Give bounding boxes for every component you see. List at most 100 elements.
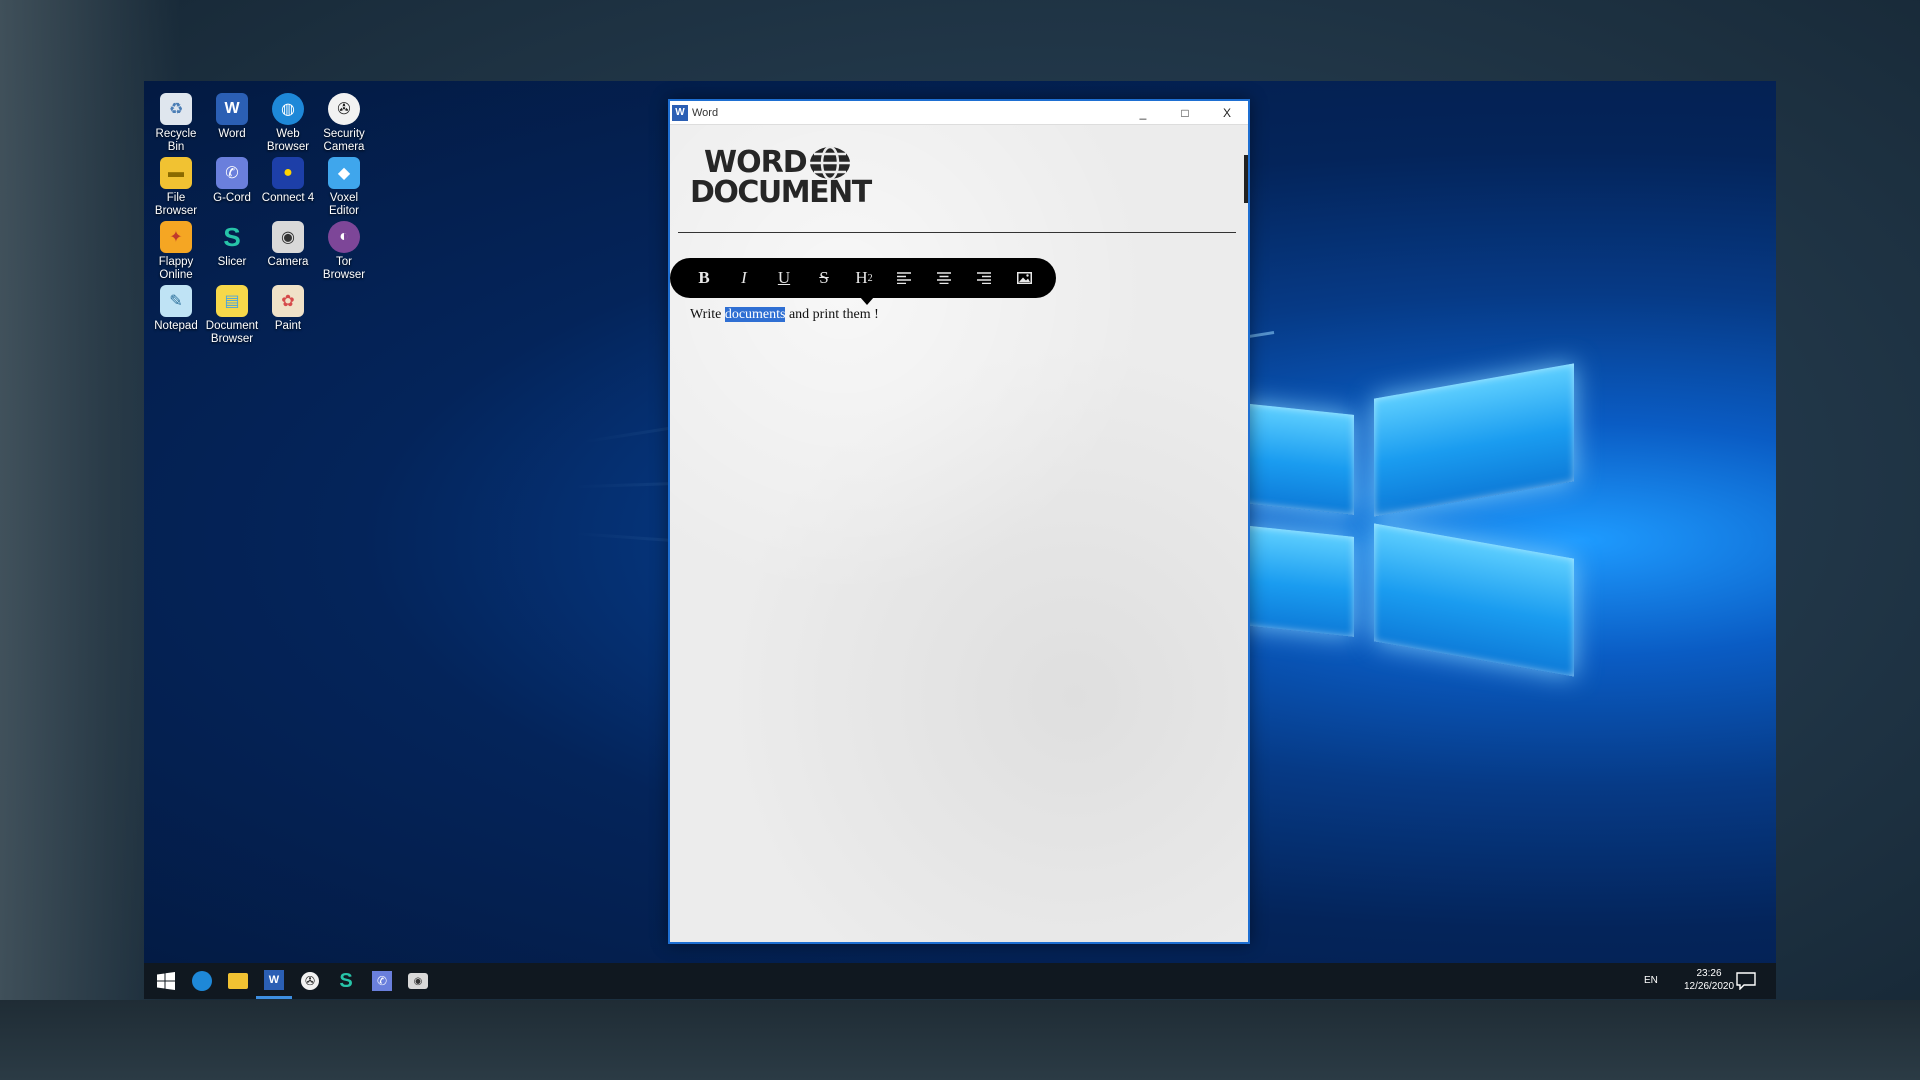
film-reel-icon: ✇ [301,972,319,990]
globe-icon [192,971,212,991]
icon-label: Tor Browser [322,256,366,281]
globe-logo-icon [810,145,850,181]
desktop-icon-voxel-editor[interactable]: ◆ Voxel Editor [316,157,372,218]
minimize-button[interactable]: _ [1122,101,1164,125]
start-button[interactable] [148,963,184,999]
desktop-icon-security-camera[interactable]: ✇ Security Camera [316,93,372,154]
desktop-icon-document-browser[interactable]: ▤ Document Browser [204,285,260,346]
desktop-icon-file-browser[interactable]: ▬ File Browser [148,157,204,218]
clock-time[interactable]: 23:26 [1684,968,1734,979]
icon-label: Paint [274,320,302,332]
slicer-icon: S [339,969,353,992]
align-left-button[interactable] [884,258,924,298]
icon-label: Flappy Online [158,256,194,281]
desktop-icon-word[interactable]: W Word [204,93,260,141]
desktop-icon-g-cord[interactable]: ✆ G-Cord [204,157,260,205]
image-icon [1016,272,1032,284]
icon-label: G-Cord [213,192,251,204]
heading-button[interactable]: H2 [844,258,884,298]
bold-button[interactable]: B [684,258,724,298]
phone-icon: ✆ [216,157,248,189]
icon-label: Word [218,128,246,140]
desktop-icon-camera[interactable]: ◉ Camera [260,221,316,269]
onion-icon: ◐ [328,221,360,253]
taskbar-web-browser[interactable] [184,963,220,999]
logo-pane [1242,403,1354,515]
windows-start-icon [157,972,175,990]
strikethrough-button[interactable]: S [804,258,844,298]
phone-icon: ✆ [372,971,392,991]
align-center-icon [937,272,951,284]
icon-label: Recycle Bin [155,128,197,153]
taskbar-file-browser[interactable] [220,963,256,999]
desktop-icon-paint[interactable]: ✿ Paint [260,285,316,333]
camera-icon: ◉ [408,973,428,989]
desktop-icon-flappy-online[interactable]: ✦ Flappy Online [148,221,204,282]
word-window[interactable]: W Word _ □ X WORD DOCUMENT B I U S H 2 W… [668,99,1250,944]
taskbar-slicer[interactable]: S [328,963,364,999]
text-after: and print them ! [785,307,879,322]
folder-doc-icon: ▤ [216,285,248,317]
film-reel-icon: ✇ [328,93,360,125]
close-button[interactable]: X [1206,101,1248,125]
align-right-button[interactable] [964,258,1004,298]
logo-text-document: DOCUMENT [690,175,872,210]
connect4-icon: ● [272,157,304,189]
document-body[interactable]: Write documents and print them ! [690,307,879,323]
scrollbar-thumb[interactable] [1244,155,1248,203]
room-background-floor [0,1000,1920,1080]
desktop-icon-tor-browser[interactable]: ◐ Tor Browser [316,221,372,282]
document-page[interactable]: WORD DOCUMENT B I U S H2 Write documents… [670,125,1248,942]
desktop-icon-slicer[interactable]: S Slicer [204,221,260,269]
taskbar-g-cord[interactable]: ✆ [364,963,400,999]
icon-label: File Browser [154,192,198,217]
camera-icon: ◉ [272,221,304,253]
word-document-logo: WORD DOCUMENT [690,145,880,213]
align-center-button[interactable] [924,258,964,298]
align-left-icon [897,272,911,284]
text-before: Write [690,307,725,322]
paint-palette-icon: ✿ [272,285,304,317]
word-icon: W [216,93,248,125]
italic-button[interactable]: I [724,258,764,298]
heading-superscript: 2 [867,272,873,284]
notification-button[interactable] [1728,963,1764,999]
desktop-screen: ♻ Recycle Bin W Word ◍ Web Browser ✇ Sec… [144,81,1776,999]
recycle-bin-icon: ♻ [160,93,192,125]
cube-icon: ◆ [328,157,360,189]
icon-label: Connect 4 [261,192,315,204]
icon-label: Voxel Editor [328,192,360,217]
icon-label: Web Browser [266,128,310,153]
desktop-icon-web-browser[interactable]: ◍ Web Browser [260,93,316,154]
desktop-icon-recycle-bin[interactable]: ♻ Recycle Bin [148,93,204,154]
desktop-icon-notepad[interactable]: ✎ Notepad [148,285,204,333]
window-titlebar[interactable]: W Word _ □ X [670,101,1248,125]
header-divider [678,232,1236,233]
clock-date[interactable]: 12/26/2020 [1684,981,1734,992]
underline-button[interactable]: U [764,258,804,298]
icon-label: Slicer [217,256,247,268]
window-title: Word [692,106,719,119]
icon-label: Security Camera [323,128,365,153]
icon-label: Camera [267,256,309,268]
maximize-button[interactable]: □ [1164,101,1206,125]
taskbar-security-camera[interactable]: ✇ [292,963,328,999]
globe-icon: ◍ [272,93,304,125]
word-app-icon: W [672,104,688,121]
logo-pane [1374,523,1574,677]
logo-pane [1242,525,1354,637]
desktop-icon-connect-4[interactable]: ● Connect 4 [260,157,316,205]
folder-icon [228,973,248,989]
word-icon: W [264,969,284,990]
windows-logo [1242,363,1742,801]
icon-label: Notepad [154,320,198,332]
taskbar-camera[interactable]: ◉ [400,963,436,999]
taskbar-word[interactable]: W [256,963,292,999]
notepad-icon: ✎ [160,285,192,317]
selected-text: documents [724,307,786,322]
bird-icon: ✦ [160,221,192,253]
format-toolbar: B I U S H2 [670,258,1056,305]
insert-image-button[interactable] [1004,258,1044,298]
language-indicator[interactable]: EN [1644,975,1658,986]
folder-icon: ▬ [160,157,192,189]
